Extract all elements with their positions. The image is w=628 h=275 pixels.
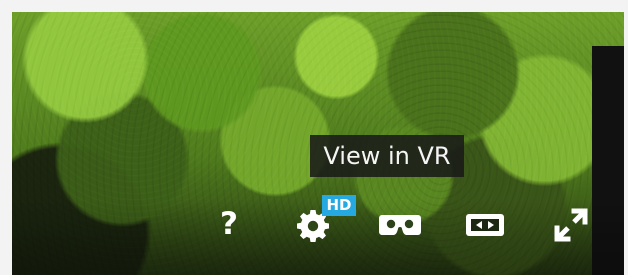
help-icon: ?: [220, 205, 238, 242]
fullscreen-icon: [554, 208, 588, 242]
theater-mode-button[interactable]: [462, 207, 508, 243]
vr-button[interactable]: [375, 207, 425, 243]
video-player-frame: View in VR ? HD: [0, 0, 628, 275]
fullscreen-button[interactable]: [548, 202, 594, 248]
hd-badge: HD: [322, 195, 356, 216]
vr-tooltip: View in VR: [310, 135, 464, 177]
help-button[interactable]: ?: [215, 204, 243, 244]
vr-headset-icon: [379, 215, 421, 235]
theater-mode-icon: [466, 214, 504, 236]
